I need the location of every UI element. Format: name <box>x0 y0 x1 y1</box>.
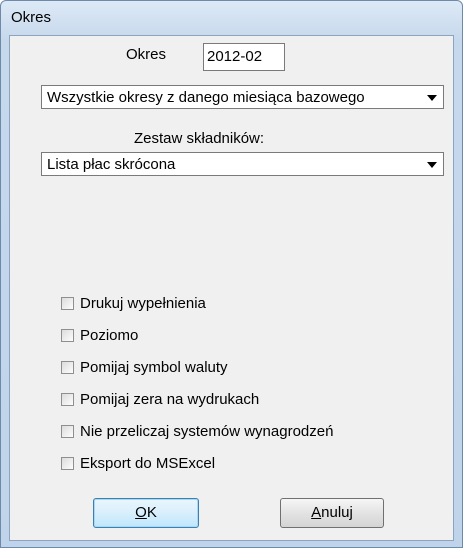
ok-button[interactable]: OK <box>93 498 199 528</box>
option-label: Poziomo <box>80 327 139 344</box>
chevron-down-icon <box>427 95 437 101</box>
cancel-button[interactable]: Anuluj <box>280 498 384 528</box>
component-set-select[interactable]: Lista płac skrócona <box>41 152 444 176</box>
checkbox[interactable] <box>61 329 74 342</box>
checkbox[interactable] <box>61 457 74 470</box>
dialog-window: Okres Okres 2012-02 Wszystkie okresy z d… <box>0 0 463 548</box>
ok-mnemonic: O <box>135 504 147 521</box>
checkbox[interactable] <box>61 297 74 310</box>
period-scope-value: Wszystkie okresy z danego miesiąca bazow… <box>47 89 365 106</box>
title-bar[interactable]: Okres <box>1 1 462 35</box>
option-label: Nie przeliczaj systemów wynagrodzeń <box>80 423 334 440</box>
checkbox[interactable] <box>61 425 74 438</box>
cancel-label-rest: nuluj <box>321 504 353 521</box>
option-label: Pomijaj zera na wydrukach <box>80 391 260 408</box>
component-set-value: Lista płac skrócona <box>47 156 176 173</box>
option-label: Pomijaj symbol waluty <box>80 359 228 376</box>
checkbox[interactable] <box>61 361 74 374</box>
option-label: Drukuj wypełnienia <box>80 295 206 312</box>
window-title: Okres <box>11 9 52 26</box>
period-scope-select[interactable]: Wszystkie okresy z danego miesiąca bazow… <box>41 85 444 109</box>
period-label: Okres <box>126 46 167 63</box>
component-set-label: Zestaw składników: <box>134 130 265 147</box>
ok-label-rest: K <box>146 504 157 521</box>
dialog-client-area: Okres 2012-02 Wszystkie okresy z danego … <box>9 35 454 541</box>
period-input-value: 2012-02 <box>207 48 263 65</box>
checkbox[interactable] <box>61 393 74 406</box>
chevron-down-icon <box>427 162 437 168</box>
cancel-mnemonic: A <box>311 504 322 521</box>
period-input[interactable]: 2012-02 <box>203 43 285 71</box>
option-label: Eksport do MSExcel <box>80 455 216 472</box>
